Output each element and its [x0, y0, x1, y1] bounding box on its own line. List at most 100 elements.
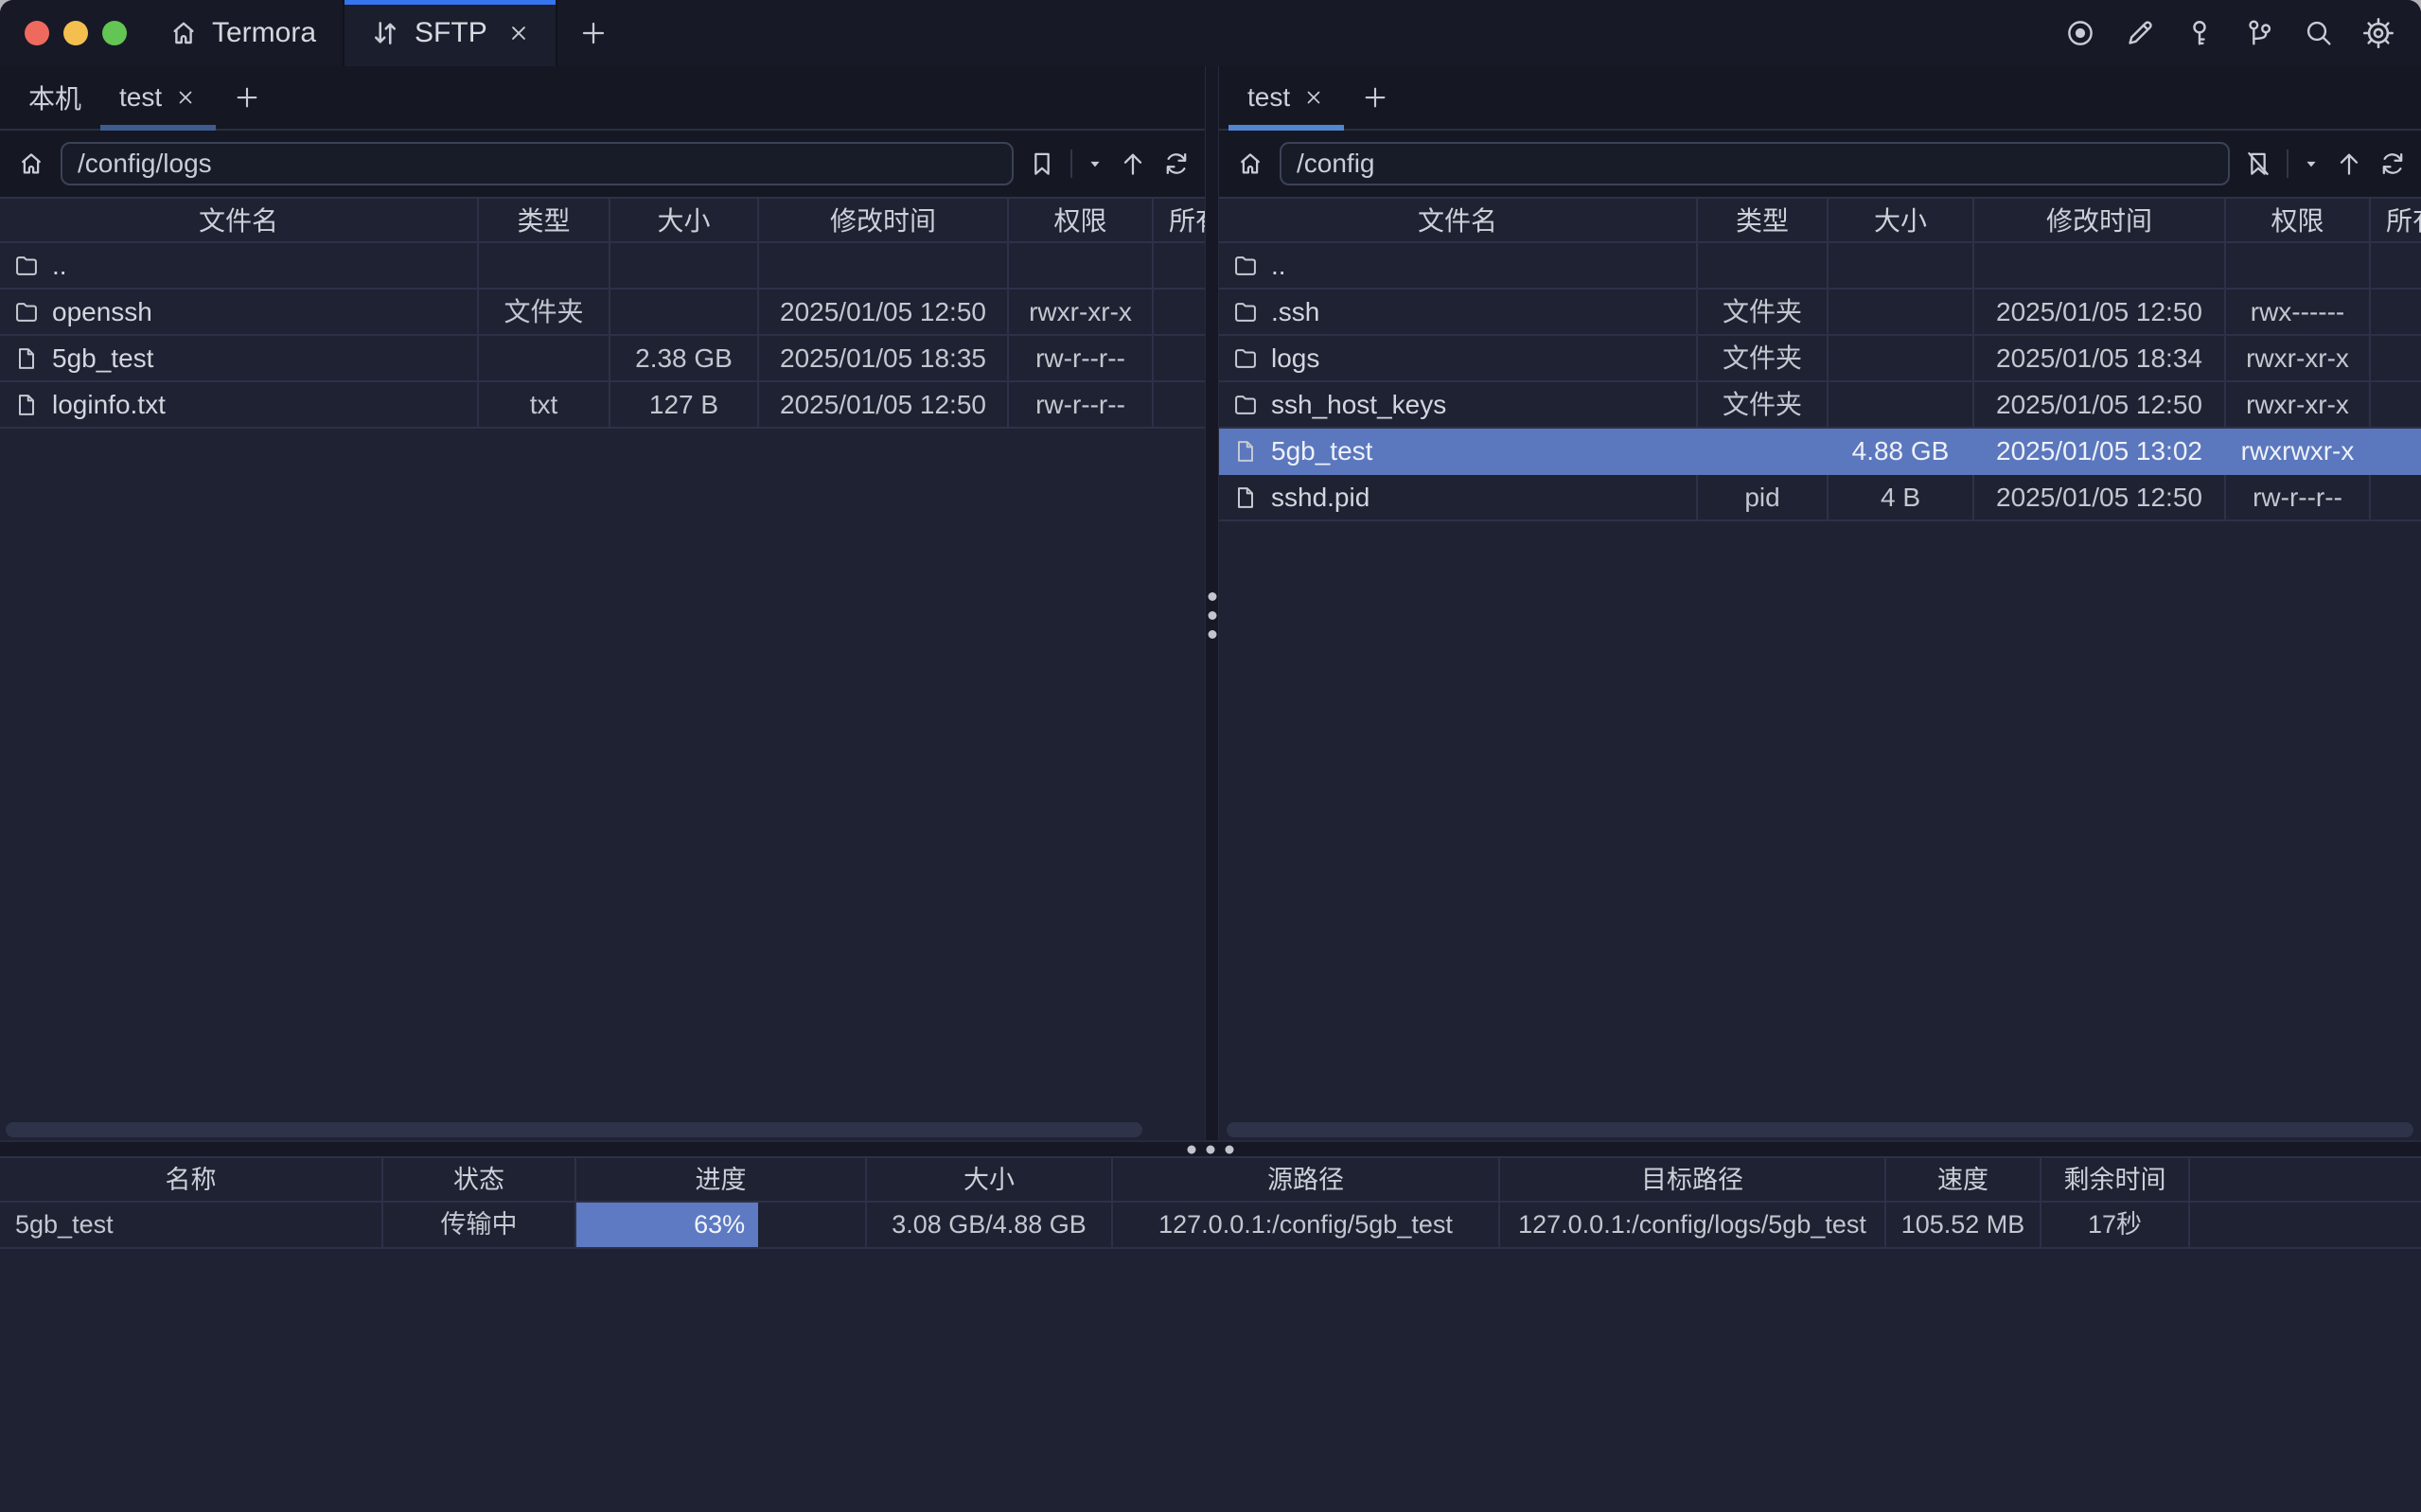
minimize-window-button[interactable] [63, 21, 88, 45]
new-connection-button[interactable] [1344, 66, 1406, 129]
column-header-type[interactable]: 类型 [479, 197, 610, 243]
local-pane: 本机 test [0, 66, 1205, 1140]
splitter-handle-icon [1188, 1145, 1234, 1153]
tab-sftp[interactable]: SFTP [343, 0, 557, 66]
path-input[interactable] [61, 142, 1014, 185]
file-size: 2.38 GB [610, 336, 759, 382]
transfer-status: 传输中 [383, 1203, 576, 1249]
progress-bar: 63% [576, 1203, 758, 1247]
table-row[interactable]: openssh 文件夹 2025/01/05 12:50 rwxr-xr-x [0, 290, 1205, 336]
column-header-permissions[interactable]: 权限 [2226, 197, 2371, 243]
home-tab-label: Termora [212, 17, 316, 49]
horizontal-scrollbar[interactable] [6, 1122, 1142, 1137]
titlebar-toolbar [2060, 0, 2421, 66]
transfer-progress-cell: 63% [576, 1203, 867, 1249]
file-owner [1154, 382, 1205, 429]
record-icon[interactable] [2060, 13, 2100, 53]
file-type: pid [1698, 475, 1829, 521]
column-header-owner[interactable]: 所有者 [1154, 197, 1205, 243]
column-header-type[interactable]: 类型 [1698, 197, 1829, 243]
table-row[interactable]: .. [1219, 243, 2421, 290]
table-row[interactable]: 5gb_test 2.38 GB 2025/01/05 18:35 rw-r--… [0, 336, 1205, 382]
close-window-button[interactable] [25, 21, 49, 45]
titlebar: Termora SFTP [0, 0, 2421, 66]
file-name: .. [52, 243, 67, 288]
home-icon[interactable] [1236, 149, 1264, 178]
file-modified [1974, 243, 2226, 290]
folder-icon [13, 253, 40, 279]
column-header-size[interactable]: 大小 [1829, 197, 1974, 243]
file-name: logs [1271, 336, 1319, 380]
table-row[interactable]: .. [0, 243, 1205, 290]
column-header-permissions[interactable]: 权限 [1009, 197, 1154, 243]
file-icon [1232, 438, 1259, 465]
table-row-selected[interactable]: 5gb_test 4.88 GB 2025/01/05 13:02 rwxrwx… [1219, 429, 2421, 475]
file-type [479, 243, 610, 290]
file-modified: 2025/01/05 12:50 [1974, 290, 2226, 336]
tab-test-left[interactable]: test [100, 66, 216, 129]
file-type [1698, 429, 1829, 475]
folder-icon [1232, 299, 1259, 325]
file-type: 文件夹 [1698, 336, 1829, 382]
tab-label: test [119, 82, 162, 113]
dropdown-caret-icon[interactable] [2302, 154, 2321, 173]
transfer-filler [2190, 1203, 2421, 1249]
column-header-size[interactable]: 大小 [610, 197, 759, 243]
path-input[interactable] [1280, 142, 2230, 185]
table-row[interactable]: loginfo.txt txt 127 B 2025/01/05 12:50 r… [0, 382, 1205, 429]
pane-splitter-vertical[interactable] [1205, 66, 1219, 1140]
left-file-table: 文件名 类型 大小 修改时间 权限 所有者 .. openssh 文件夹 202… [0, 197, 1205, 429]
arrow-up-icon[interactable] [2334, 149, 2364, 179]
file-owner [2371, 475, 2421, 521]
table-header: 文件名 类型 大小 修改时间 权限 所有者 [1219, 197, 2421, 243]
column-header-owner[interactable]: 所有者 [2371, 197, 2421, 243]
tab-local[interactable]: 本机 [9, 66, 100, 129]
column-header-name[interactable]: 文件名 [0, 197, 479, 243]
key-icon[interactable] [2180, 13, 2219, 53]
home-tab[interactable]: Termora [146, 0, 343, 66]
search-icon[interactable] [2299, 13, 2339, 53]
transfer-row[interactable]: 5gb_test 传输中 63% 3.08 GB/4.88 GB 127.0.0… [0, 1203, 2421, 1249]
bookmark-off-icon[interactable] [2243, 149, 2273, 179]
refresh-icon[interactable] [2377, 149, 2408, 179]
column-header-modified[interactable]: 修改时间 [1974, 197, 2226, 243]
transfer-size: 3.08 GB/4.88 GB [867, 1203, 1113, 1249]
tab-test-right[interactable]: test [1228, 66, 1344, 129]
transfer-header: 名称 状态 进度 大小 源路径 目标路径 速度 剩余时间 [0, 1156, 2421, 1203]
file-size: 4 B [1829, 475, 1974, 521]
table-row[interactable]: logs 文件夹 2025/01/05 18:34 rwxr-xr-x [1219, 336, 2421, 382]
column-header-name[interactable]: 文件名 [1219, 197, 1698, 243]
column-header-status: 状态 [383, 1156, 576, 1203]
right-file-table: 文件名 类型 大小 修改时间 权限 所有者 .. .ssh 文件夹 2025/0… [1219, 197, 2421, 521]
home-icon[interactable] [17, 149, 45, 178]
column-header-modified[interactable]: 修改时间 [759, 197, 1009, 243]
bookmark-icon[interactable] [1027, 149, 1057, 179]
file-permissions: rwx------ [2226, 290, 2371, 336]
table-row[interactable]: .ssh 文件夹 2025/01/05 12:50 rwx------ [1219, 290, 2421, 336]
close-tab-icon[interactable] [506, 21, 531, 45]
close-tab-icon[interactable] [174, 86, 197, 109]
new-connection-button[interactable] [216, 66, 278, 129]
table-row[interactable]: sshd.pid pid 4 B 2025/01/05 12:50 rw-r--… [1219, 475, 2421, 521]
file-name: 5gb_test [52, 336, 153, 380]
file-modified: 2025/01/05 13:02 [1974, 429, 2226, 475]
pane-splitter-horizontal[interactable] [0, 1140, 2421, 1156]
horizontal-scrollbar[interactable] [1227, 1122, 2413, 1137]
file-owner [2371, 336, 2421, 382]
transfer-speed: 105.52 MB [1886, 1203, 2041, 1249]
zoom-window-button[interactable] [102, 21, 127, 45]
close-tab-icon[interactable] [1302, 86, 1325, 109]
file-modified: 2025/01/05 18:34 [1974, 336, 2226, 382]
edit-icon[interactable] [2120, 13, 2160, 53]
refresh-icon[interactable] [1161, 149, 1192, 179]
table-row[interactable]: ssh_host_keys 文件夹 2025/01/05 12:50 rwxr-… [1219, 382, 2421, 429]
dropdown-caret-icon[interactable] [1086, 154, 1104, 173]
remote-pane: test [1219, 66, 2421, 1140]
new-tab-button[interactable] [557, 0, 629, 66]
file-type [1698, 243, 1829, 290]
keychain-icon[interactable] [2239, 13, 2279, 53]
arrow-up-icon[interactable] [1118, 149, 1148, 179]
column-header-name: 名称 [0, 1156, 383, 1203]
settings-icon[interactable] [2359, 13, 2398, 53]
splitter-handle-icon [1208, 592, 1216, 639]
